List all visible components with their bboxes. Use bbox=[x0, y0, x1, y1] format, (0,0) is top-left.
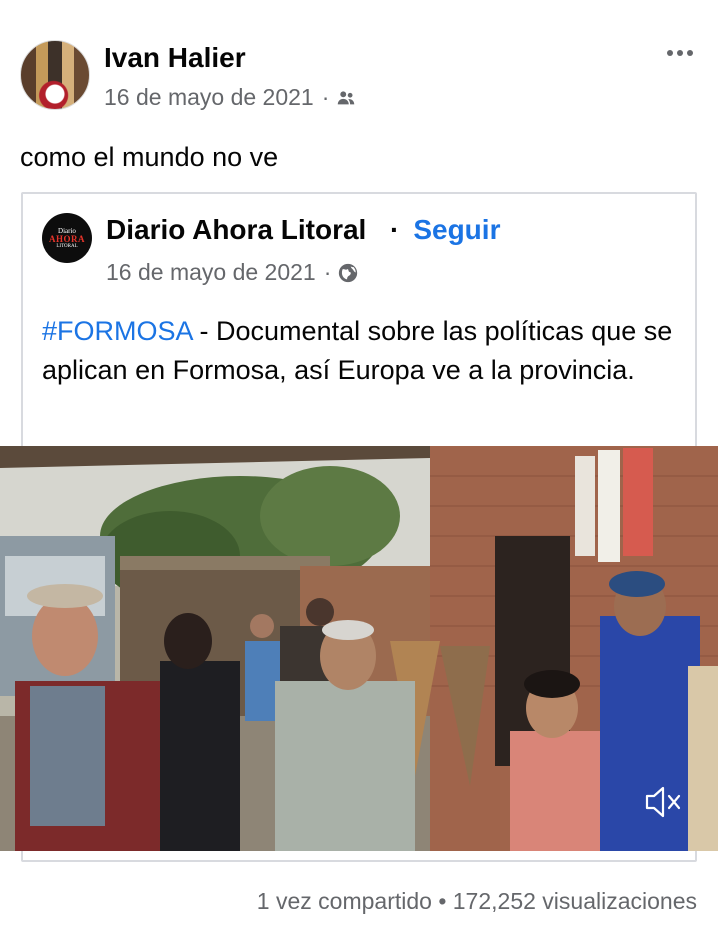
post-date[interactable]: 16 de mayo de 2021 bbox=[104, 84, 314, 111]
page-name[interactable]: Diario Ahora Litoral bbox=[106, 214, 366, 246]
author-name[interactable]: Ivan Halier bbox=[104, 42, 246, 74]
friends-icon bbox=[338, 90, 355, 104]
page-avatar[interactable]: Diario AHORA LITORAL bbox=[42, 213, 92, 263]
follow-button[interactable]: Seguir bbox=[413, 214, 500, 246]
author-avatar[interactable] bbox=[20, 40, 90, 110]
engagement-stats[interactable]: 1 vez compartido • 172,252 visualizacion… bbox=[257, 888, 697, 915]
video-player[interactable] bbox=[0, 446, 718, 851]
shared-meta-separator: · bbox=[323, 259, 332, 285]
shared-post-date[interactable]: 16 de mayo de 2021 bbox=[106, 259, 316, 286]
video-frame bbox=[0, 446, 718, 851]
shared-post-meta: 16 de mayo de 2021 · bbox=[106, 259, 359, 286]
follow-group: · Seguir bbox=[390, 214, 500, 246]
post-header: Ivan Halier 16 de mayo de 2021 · bbox=[20, 38, 700, 118]
more-options-button[interactable] bbox=[660, 38, 700, 68]
page-avatar-line3: LITORAL bbox=[56, 243, 78, 249]
shared-post-text: #FORMOSA - Documental sobre las política… bbox=[42, 312, 682, 390]
muted-speaker-icon[interactable] bbox=[644, 784, 684, 820]
more-horizontal-icon bbox=[667, 50, 673, 56]
post-meta: 16 de mayo de 2021 · bbox=[104, 84, 357, 111]
globe-icon bbox=[339, 263, 358, 282]
meta-separator: · bbox=[321, 84, 330, 110]
hashtag-link[interactable]: #FORMOSA bbox=[42, 316, 192, 346]
page-avatar-line2: AHORA bbox=[49, 233, 85, 244]
post-text: como el mundo no ve bbox=[20, 142, 279, 172]
follow-separator: · bbox=[390, 214, 400, 245]
